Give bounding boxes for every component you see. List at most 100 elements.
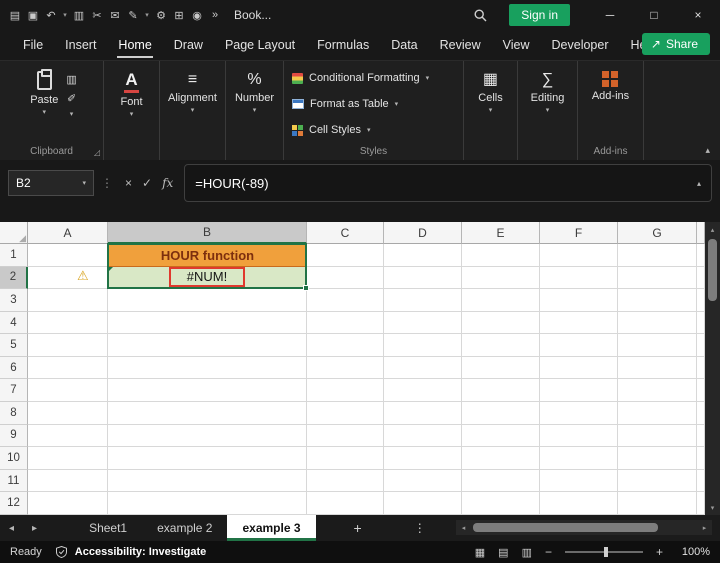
horizontal-scrollbar[interactable]: ◂ ▸: [456, 520, 712, 535]
cell-C8[interactable]: [307, 402, 384, 425]
column-header-A[interactable]: A: [28, 222, 108, 244]
zoom-out-icon[interactable]: −: [545, 545, 552, 559]
cell-D11[interactable]: [384, 469, 462, 493]
tab-view[interactable]: View: [492, 31, 541, 59]
cell-E1[interactable]: [462, 244, 540, 267]
format-as-table-button[interactable]: Format as Table ▾: [292, 93, 398, 115]
cell-F4[interactable]: [540, 311, 618, 335]
cell-B6[interactable]: [108, 356, 307, 380]
cell-styles-button[interactable]: Cell Styles ▾: [292, 119, 370, 141]
formula-bar-expand-icon[interactable]: ▴: [697, 179, 701, 188]
zoom-slider[interactable]: [564, 547, 643, 557]
cancel-icon[interactable]: ×: [125, 176, 132, 190]
cell-E8[interactable]: [462, 402, 540, 425]
tab-draw[interactable]: Draw: [163, 31, 214, 59]
vertical-scrollbar-thumb[interactable]: [708, 239, 717, 301]
row-header-5[interactable]: 5: [0, 334, 28, 357]
cell-C11[interactable]: [307, 469, 384, 493]
cell-B9[interactable]: [108, 424, 307, 448]
add-sheet-icon[interactable]: +: [354, 520, 362, 536]
cell-A6[interactable]: [28, 356, 108, 380]
cell-G3[interactable]: [618, 289, 697, 312]
cell-A9[interactable]: [28, 424, 108, 448]
name-box-dropdown-icon[interactable]: ▾: [82, 180, 86, 187]
insert-table-icon[interactable]: ⊞: [170, 9, 188, 22]
cell-A11[interactable]: [28, 469, 108, 493]
cell-G7[interactable]: [618, 379, 697, 403]
cell-E4[interactable]: [462, 311, 540, 335]
cell-E6[interactable]: [462, 356, 540, 380]
alignment-dropdown-icon[interactable]: ▾: [191, 107, 195, 114]
pen-dropdown-icon[interactable]: ▾: [142, 12, 152, 19]
cell-B11[interactable]: [108, 469, 307, 493]
save-icon[interactable]: ▣: [24, 9, 42, 22]
tab-formulas[interactable]: Formulas: [306, 31, 380, 59]
insert-function-icon[interactable]: fx: [162, 176, 173, 190]
row-header-11[interactable]: 11: [0, 469, 28, 493]
name-box[interactable]: B2 ▾: [8, 170, 94, 196]
cell-G8[interactable]: [618, 402, 697, 425]
tab-developer[interactable]: Developer: [541, 31, 620, 59]
cell-D9[interactable]: [384, 424, 462, 448]
cell-B5[interactable]: [108, 334, 307, 357]
cell-F12[interactable]: [540, 492, 618, 515]
column-header-C[interactable]: C: [307, 222, 384, 244]
horizontal-scrollbar-thumb[interactable]: [473, 523, 658, 532]
minimize-button[interactable]: ─: [588, 0, 632, 30]
format-painter-icon[interactable]: ✐: [67, 92, 76, 105]
cell-F7[interactable]: [540, 379, 618, 403]
tab-home[interactable]: Home: [107, 31, 162, 59]
cell-A4[interactable]: [28, 311, 108, 335]
cell-D2[interactable]: [384, 266, 462, 290]
camera-icon[interactable]: ◉: [188, 9, 206, 22]
cell-C1[interactable]: [307, 244, 384, 267]
cell-G2[interactable]: [618, 266, 697, 290]
cell-B8[interactable]: [108, 402, 307, 425]
pen-icon[interactable]: ✎: [124, 9, 142, 22]
accessibility-status[interactable]: Accessibility: Investigate: [75, 546, 206, 558]
sheet-menu-icon[interactable]: ⋮: [414, 521, 426, 535]
cell-F8[interactable]: [540, 402, 618, 425]
cell-B7[interactable]: [108, 379, 307, 403]
document-title[interactable]: Book...: [234, 8, 271, 22]
page-layout-view-icon[interactable]: ▤: [498, 546, 508, 559]
cell-E11[interactable]: [462, 469, 540, 493]
cell-D6[interactable]: [384, 356, 462, 380]
cell-D5[interactable]: [384, 334, 462, 357]
cell-A5[interactable]: [28, 334, 108, 357]
cell-B3[interactable]: [108, 289, 307, 312]
row-header-4[interactable]: 4: [0, 311, 28, 335]
column-header-G[interactable]: G: [618, 222, 697, 244]
sign-in-button[interactable]: Sign in: [509, 4, 570, 26]
column-header-E[interactable]: E: [462, 222, 540, 244]
cells-button[interactable]: ▦ Cells ▾: [474, 69, 506, 160]
row-header-2[interactable]: 2: [0, 266, 28, 290]
tab-data[interactable]: Data: [380, 31, 428, 59]
cell-E9[interactable]: [462, 424, 540, 448]
font-button[interactable]: A Font ▾: [116, 69, 146, 160]
cell-C12[interactable]: [307, 492, 384, 515]
cell-G5[interactable]: [618, 334, 697, 357]
tab-file[interactable]: File: [12, 31, 54, 59]
cell-E2[interactable]: [462, 266, 540, 290]
column-header-F[interactable]: F: [540, 222, 618, 244]
cell-F2[interactable]: [540, 266, 618, 290]
row-header-7[interactable]: 7: [0, 379, 28, 403]
cell-B1[interactable]: HOUR function: [108, 244, 307, 267]
alignment-button[interactable]: ≡ Alignment ▾: [164, 69, 221, 160]
cell-F5[interactable]: [540, 334, 618, 357]
cell-F3[interactable]: [540, 289, 618, 312]
scroll-up-icon[interactable]: ▴: [711, 222, 715, 237]
cell-D12[interactable]: [384, 492, 462, 515]
cell-C3[interactable]: [307, 289, 384, 312]
font-dropdown-icon[interactable]: ▾: [130, 111, 134, 118]
collapse-ribbon-icon[interactable]: ▴: [705, 145, 710, 156]
sheet-nav-left-icon[interactable]: ◂: [0, 523, 23, 534]
cell-C4[interactable]: [307, 311, 384, 335]
normal-view-icon[interactable]: ▦: [475, 546, 485, 559]
cell-A10[interactable]: [28, 447, 108, 470]
editing-button[interactable]: ∑ Editing ▾: [527, 69, 569, 160]
sheet-tab-example3[interactable]: example 3: [227, 515, 316, 541]
cell-D7[interactable]: [384, 379, 462, 403]
cell-E5[interactable]: [462, 334, 540, 357]
